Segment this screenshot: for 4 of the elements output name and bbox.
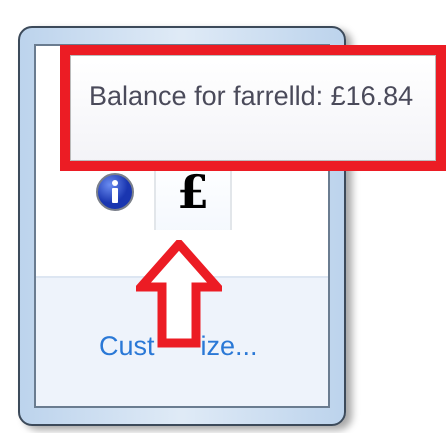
pound-icon: £ xyxy=(176,169,209,215)
customize-link[interactable]: Cust ize... xyxy=(99,326,258,366)
info-icon xyxy=(95,172,135,212)
tooltip-text: Balance for farrelld: £16.84 xyxy=(89,81,414,111)
